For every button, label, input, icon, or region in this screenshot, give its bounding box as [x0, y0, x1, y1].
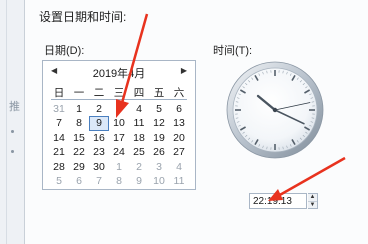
calendar-day[interactable]: 5	[49, 174, 69, 188]
calendar-day[interactable]: 3	[109, 102, 129, 116]
calendar-day[interactable]: 18	[129, 131, 149, 145]
strip-bullet	[11, 150, 14, 153]
calendar-day[interactable]: 24	[109, 145, 129, 159]
weekday-label: 二	[93, 87, 105, 99]
time-label: 时间(T):	[213, 45, 253, 57]
calendar-day[interactable]: 3	[149, 160, 169, 174]
calendar-day[interactable]: 11	[169, 174, 189, 188]
date-time-dialog: 设置日期和时间: 日期(D): 时间(T): ◀ 2019年4月 ▶ 日一二三四…	[25, 0, 368, 244]
day-grid: 31 1 2 3 4 5 6 7 8 9 10 11 12 13 14 15 16 17 18 19 20 21 22 23 2…	[49, 102, 189, 188]
strip-text: 推	[9, 101, 20, 113]
calendar-day[interactable]: 25	[129, 145, 149, 159]
calendar-day[interactable]: 20	[169, 131, 189, 145]
calendar-day[interactable]: 12	[149, 116, 169, 130]
next-month-icon[interactable]: ▶	[181, 66, 187, 75]
calendar-day[interactable]: 2	[89, 102, 109, 116]
calendar-day[interactable]: 5	[149, 102, 169, 116]
weekday-divider	[51, 99, 187, 100]
calendar-day[interactable]: 11	[129, 116, 149, 130]
calendar-day[interactable]: 23	[89, 145, 109, 159]
strip-divider	[6, 0, 7, 244]
calendar-day[interactable]: 1	[109, 160, 129, 174]
dialog-title: 设置日期和时间:	[39, 10, 127, 24]
calendar-day[interactable]: 8	[69, 116, 89, 130]
calendar-day[interactable]: 29	[69, 160, 89, 174]
calendar-header: ◀ 2019年4月 ▶	[43, 65, 195, 81]
weekday-label: 三	[113, 87, 125, 99]
weekday-label: 四	[133, 87, 145, 99]
calendar-day[interactable]: 7	[89, 174, 109, 188]
calendar-day[interactable]: 31	[49, 102, 69, 116]
calendar-day[interactable]: 2	[129, 160, 149, 174]
calendar-day[interactable]: 22	[69, 145, 89, 159]
weekday-label: 五	[153, 87, 165, 99]
calendar-day[interactable]: 4	[129, 102, 149, 116]
calendar-day[interactable]: 19	[149, 131, 169, 145]
month-title[interactable]: 2019年4月	[43, 65, 195, 81]
calendar-day[interactable]: 14	[49, 131, 69, 145]
calendar-day[interactable]: 16	[89, 131, 109, 145]
calendar-day[interactable]: 15	[69, 131, 89, 145]
weekday-label: 日	[53, 87, 65, 99]
calendar-day[interactable]: 13	[169, 116, 189, 130]
calendar-day[interactable]: 17	[109, 131, 129, 145]
calendar-day[interactable]: 4	[169, 160, 189, 174]
calendar-day[interactable]: 8	[109, 174, 129, 188]
calendar-day[interactable]: 10	[149, 174, 169, 188]
calendar-day[interactable]: 28	[49, 160, 69, 174]
weekday-label: 六	[173, 87, 185, 99]
spin-down-icon[interactable]: ▼	[308, 201, 317, 209]
calendar-day[interactable]: 27	[169, 145, 189, 159]
calendar[interactable]: ◀ 2019年4月 ▶ 日一二三四五六 31 1 2 3 4 5 6 7 8 9 10 11 12 13 1…	[42, 60, 196, 190]
clock-center	[272, 107, 278, 113]
calendar-day[interactable]: 7	[49, 116, 69, 130]
calendar-day-selected[interactable]: 9	[89, 116, 109, 131]
calendar-day[interactable]: 30	[89, 160, 109, 174]
analog-clock	[225, 60, 325, 160]
calendar-day[interactable]: 9	[129, 174, 149, 188]
strip-bullet	[11, 130, 14, 133]
clock-face-icon	[226, 61, 324, 159]
spin-up-icon[interactable]: ▲	[308, 194, 317, 201]
calendar-day[interactable]: 6	[69, 174, 89, 188]
date-label: 日期(D):	[44, 45, 85, 57]
weekday-label: 一	[73, 87, 85, 99]
time-spinner[interactable]: ▲ ▼	[308, 193, 318, 209]
time-input[interactable]: 22:19:13	[249, 193, 307, 209]
weekday-header: 日一二三四五六	[49, 85, 189, 100]
calendar-day[interactable]: 10	[109, 116, 129, 130]
background-window-strip: 推	[0, 0, 25, 244]
calendar-day[interactable]: 21	[49, 145, 69, 159]
calendar-day[interactable]: 26	[149, 145, 169, 159]
calendar-day[interactable]: 1	[69, 102, 89, 116]
calendar-day[interactable]: 6	[169, 102, 189, 116]
